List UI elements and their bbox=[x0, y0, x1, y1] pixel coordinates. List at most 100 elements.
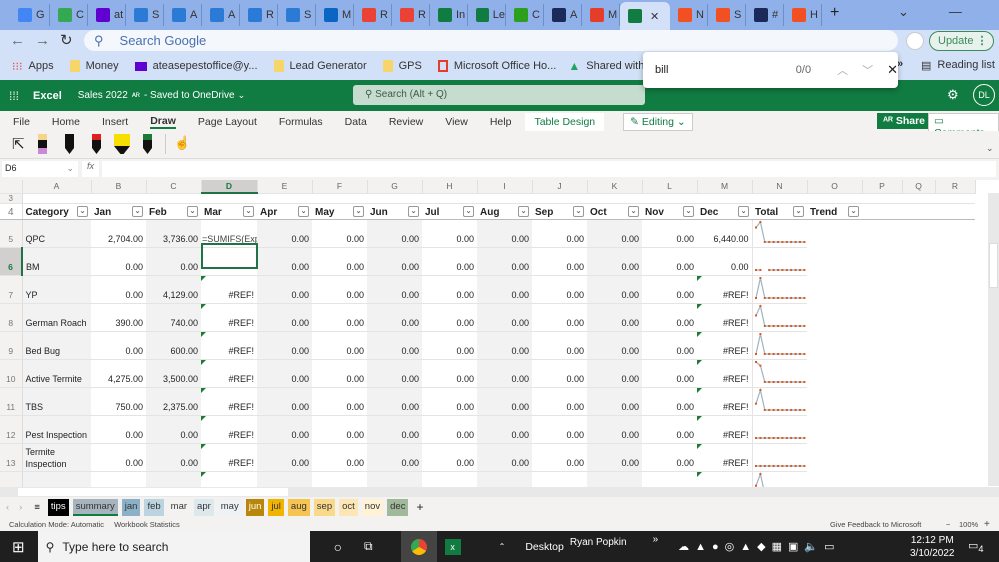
mar-cell[interactable]: #REF! bbox=[201, 359, 257, 388]
total-cell[interactable]: 6,440.00 bbox=[697, 219, 752, 248]
category-cell[interactable]: QPC bbox=[22, 219, 91, 248]
browser-tab[interactable]: A bbox=[202, 4, 240, 26]
month-cell[interactable]: 0.00 bbox=[367, 303, 422, 332]
month-cell[interactable]: 0.00 bbox=[587, 443, 642, 472]
header-cell-mar[interactable]: Mar ⌄ bbox=[201, 203, 257, 220]
sheet-tab-apr[interactable]: apr bbox=[194, 498, 214, 516]
column-header-I[interactable]: I bbox=[477, 180, 533, 194]
month-cell[interactable]: 0.00 bbox=[587, 387, 642, 416]
browser-tab[interactable]: S bbox=[708, 4, 746, 26]
trend-cell[interactable] bbox=[751, 247, 807, 276]
month-cell[interactable]: 0.00 bbox=[367, 387, 422, 416]
cell[interactable] bbox=[862, 219, 902, 247]
trend-cell[interactable] bbox=[751, 219, 807, 248]
cell[interactable] bbox=[752, 193, 807, 204]
row-header[interactable]: 12 bbox=[0, 415, 23, 444]
filter-dropdown-icon[interactable]: ⌄ bbox=[518, 205, 529, 217]
total-cell[interactable]: #REF! bbox=[697, 275, 752, 304]
feb-cell[interactable]: 3,500.00 bbox=[146, 359, 201, 388]
month-cell[interactable]: 0.00 bbox=[422, 359, 477, 388]
row-header[interactable]: 5 bbox=[0, 219, 23, 248]
sheet-tab-oct[interactable]: oct bbox=[339, 498, 358, 516]
total-cell[interactable]: #REF! bbox=[697, 331, 752, 360]
tab-formulas[interactable]: Formulas bbox=[279, 116, 323, 128]
total-cell[interactable]: #REF! bbox=[697, 303, 752, 332]
cell[interactable] bbox=[902, 275, 935, 303]
month-cell[interactable]: 0.00 bbox=[257, 443, 312, 472]
excel-taskbar-icon[interactable]: x bbox=[444, 538, 461, 555]
month-cell[interactable]: 0.00 bbox=[422, 247, 477, 276]
cell[interactable] bbox=[862, 203, 902, 220]
month-cell[interactable]: 0.00 bbox=[312, 275, 367, 304]
horizontal-scrollbar[interactable] bbox=[0, 487, 999, 497]
column-header-Q[interactable]: Q bbox=[902, 180, 936, 194]
browser-tab[interactable]: Le bbox=[468, 4, 506, 26]
total-cell[interactable]: #REF! bbox=[697, 359, 752, 388]
column-header-M[interactable]: M bbox=[697, 180, 753, 194]
browser-tab[interactable]: R bbox=[392, 4, 430, 26]
filter-dropdown-icon[interactable]: ⌄ bbox=[793, 205, 804, 217]
cell[interactable] bbox=[367, 193, 422, 204]
sheet-tab-may[interactable]: may bbox=[217, 498, 242, 516]
trend-cell[interactable] bbox=[751, 331, 807, 360]
row-header[interactable]: 7 bbox=[0, 275, 23, 304]
cell[interactable] bbox=[862, 303, 902, 331]
cell[interactable] bbox=[697, 193, 752, 204]
month-cell[interactable]: 0.00 bbox=[642, 359, 697, 388]
column-header-N[interactable]: N bbox=[752, 180, 808, 194]
month-cell[interactable]: 0.00 bbox=[477, 415, 532, 444]
category-cell[interactable]: TBS bbox=[22, 387, 91, 416]
user-avatar[interactable]: DL bbox=[973, 84, 995, 106]
browser-tab[interactable]: In bbox=[430, 4, 468, 26]
jan-cell[interactable]: 0.00 bbox=[91, 247, 146, 276]
tab-page-layout[interactable]: Page Layout bbox=[198, 116, 257, 128]
omnibox[interactable]: ⚲ Search Google bbox=[84, 30, 898, 51]
category-cell[interactable]: Active Termite bbox=[22, 359, 91, 388]
jan-cell[interactable]: 4,275.00 bbox=[91, 359, 146, 388]
header-cell-nov[interactable]: Nov ⌄ bbox=[642, 203, 697, 220]
month-cell[interactable]: 0.00 bbox=[532, 303, 587, 332]
save-status[interactable]: - Saved to OneDrive bbox=[144, 90, 235, 101]
cell[interactable] bbox=[807, 415, 862, 443]
total-cell[interactable]: #REF! bbox=[697, 387, 752, 416]
cell[interactable] bbox=[477, 193, 532, 204]
browser-tab[interactable]: S bbox=[278, 4, 316, 26]
cell[interactable] bbox=[312, 193, 367, 204]
feb-cell[interactable]: 4,129.00 bbox=[146, 275, 201, 304]
month-cell[interactable]: 0.00 bbox=[642, 247, 697, 276]
tab-help[interactable]: Help bbox=[490, 116, 512, 128]
filter-dropdown-icon[interactable]: ⌄ bbox=[132, 205, 143, 217]
header-cell-total[interactable]: Total ⌄ bbox=[752, 203, 807, 220]
month-cell[interactable]: 0.00 bbox=[642, 331, 697, 360]
filter-dropdown-icon[interactable]: ⌄ bbox=[683, 205, 694, 217]
overflow-arrows-icon[interactable]: ⌃ bbox=[499, 542, 506, 551]
filter-dropdown-icon[interactable]: ⌄ bbox=[628, 205, 639, 217]
black-pen-icon[interactable] bbox=[65, 134, 74, 154]
forward-icon[interactable]: → bbox=[35, 32, 50, 49]
month-cell[interactable]: 0.00 bbox=[642, 275, 697, 304]
row-header[interactable]: 3 bbox=[0, 193, 23, 204]
notifications-button[interactable]: ▭4 bbox=[968, 539, 984, 554]
cell[interactable] bbox=[902, 303, 935, 331]
header-cell-jan[interactable]: Jan ⌄ bbox=[91, 203, 146, 220]
cell[interactable] bbox=[807, 303, 862, 331]
column-header-H[interactable]: H bbox=[422, 180, 478, 194]
month-cell[interactable]: 0.00 bbox=[642, 387, 697, 416]
header-cell-may[interactable]: May ⌄ bbox=[312, 203, 367, 220]
month-cell[interactable]: 0.00 bbox=[642, 303, 697, 332]
cell[interactable] bbox=[22, 193, 91, 204]
bookmark-money[interactable]: Money bbox=[69, 60, 119, 72]
trend-cell[interactable] bbox=[751, 415, 807, 444]
month-cell[interactable]: 0.00 bbox=[312, 359, 367, 388]
trend-cell[interactable] bbox=[751, 359, 807, 388]
category-cell[interactable]: German Roach bbox=[22, 303, 91, 332]
month-cell[interactable]: 0.00 bbox=[532, 387, 587, 416]
column-header-C[interactable]: C bbox=[146, 180, 202, 194]
trend-cell[interactable] bbox=[751, 275, 807, 304]
cell[interactable] bbox=[862, 193, 902, 204]
cell[interactable] bbox=[862, 247, 902, 275]
tab-home[interactable]: Home bbox=[52, 116, 80, 128]
cell[interactable] bbox=[902, 387, 935, 415]
tab-data[interactable]: Data bbox=[345, 116, 367, 128]
category-cell[interactable]: Bed Bug bbox=[22, 331, 91, 360]
